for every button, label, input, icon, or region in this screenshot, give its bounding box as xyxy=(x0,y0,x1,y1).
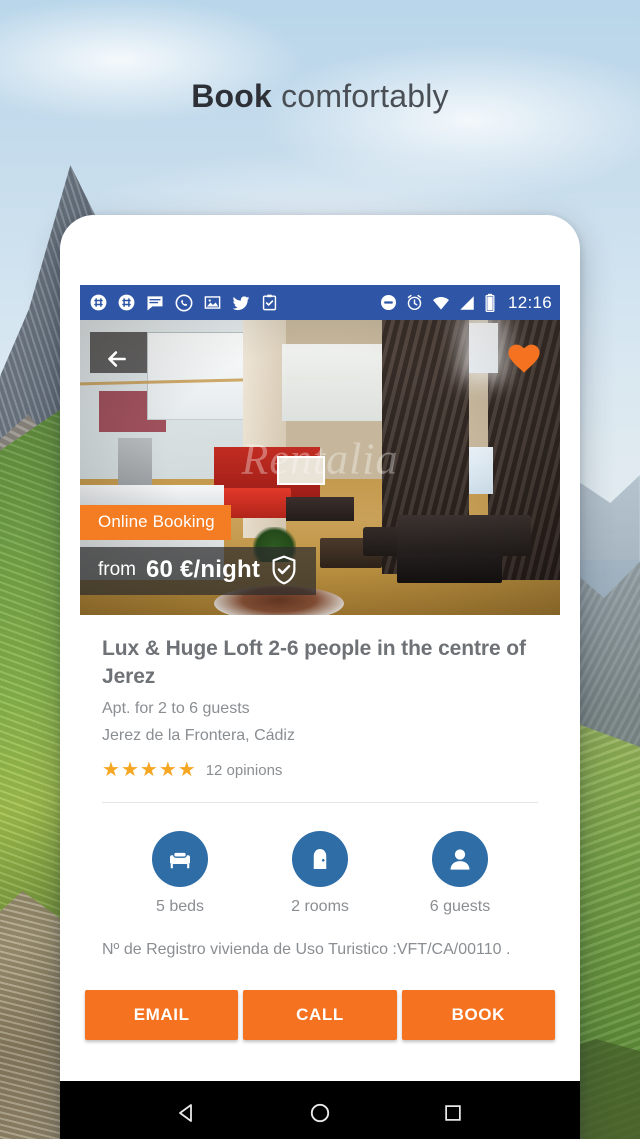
headline-light-word: comfortably xyxy=(272,78,449,114)
slack-icon xyxy=(117,293,136,312)
bed-icon xyxy=(152,831,208,888)
listing-details: Lux & Huge Loft 2-6 people in the centre… xyxy=(80,615,560,804)
rating-row[interactable]: ★ ★ ★ ★ ★ 12 opinions xyxy=(102,760,538,780)
wifi-icon xyxy=(431,293,451,313)
price-badge: from 60 €/night xyxy=(80,547,317,595)
photo-watermark: Rentalia xyxy=(241,434,399,484)
book-button[interactable]: BOOK xyxy=(401,990,555,1040)
page-headline: Book comfortably xyxy=(0,78,640,115)
home-circle-icon[interactable] xyxy=(298,1091,342,1135)
door-icon xyxy=(292,831,348,888)
shield-check-icon xyxy=(270,555,298,585)
phone-mockup: 12:16 Rentalia Online Booking from 60 €/… xyxy=(60,215,580,1139)
feature-guests: 6 guests xyxy=(390,831,530,916)
status-bar-clock: 12:16 xyxy=(507,292,552,312)
status-bar-system-icons: 12:16 xyxy=(379,293,552,313)
screenshot-stage: Book comfortably 12:16 Rentalia Online B… xyxy=(0,0,640,1139)
android-status-bar: 12:16 xyxy=(80,285,560,320)
listing-location: Jerez de la Frontera, Cádiz xyxy=(102,726,295,744)
online-booking-badge: Online Booking xyxy=(80,505,231,540)
star-icon: ★ xyxy=(102,759,120,782)
back-arrow-icon[interactable] xyxy=(102,344,132,374)
status-bar-notification-icons xyxy=(89,293,279,313)
feature-beds: 5 beds xyxy=(110,831,250,916)
email-button[interactable]: EMAIL xyxy=(85,990,239,1040)
opinions-count[interactable]: 12 opinions xyxy=(206,762,283,779)
battery-icon xyxy=(483,293,497,313)
headline-bold-word: Book xyxy=(191,78,273,114)
heart-icon[interactable] xyxy=(504,338,544,378)
listing-capacity: Apt. for 2 to 6 guests xyxy=(102,700,250,718)
listing-hero-image[interactable]: Rentalia Online Booking from 60 €/night xyxy=(80,320,560,615)
twitter-icon xyxy=(231,293,251,313)
feature-label: 5 beds xyxy=(155,898,205,916)
listing-title: Lux & Huge Loft 2-6 people in the centre… xyxy=(102,637,526,688)
feature-label: 6 guests xyxy=(429,898,491,916)
photo-gallery-icon xyxy=(203,293,222,312)
do-not-disturb-icon xyxy=(379,293,398,312)
registry-text: Nº de Registro vivienda de Uso Turistico… xyxy=(102,941,511,959)
alarm-clock-icon xyxy=(405,293,424,312)
star-icon: ★ xyxy=(139,759,158,782)
price-prefix: from xyxy=(98,559,136,580)
feature-rooms: 2 rooms xyxy=(250,831,390,916)
cellular-signal-icon xyxy=(458,294,476,312)
slack-icon xyxy=(89,293,108,312)
back-triangle-icon[interactable] xyxy=(165,1091,209,1135)
star-rating: ★ ★ ★ ★ ★ xyxy=(102,760,196,780)
recents-square-icon[interactable] xyxy=(431,1091,475,1135)
feature-summary-row: 5 beds 2 rooms 6 guests xyxy=(80,803,560,916)
action-buttons: EMAIL CALL BOOK xyxy=(80,990,560,1040)
feature-label: 2 rooms xyxy=(291,898,349,916)
star-icon: ★ xyxy=(158,759,177,782)
whatsapp-icon xyxy=(174,293,194,313)
phone-screen: 12:16 Rentalia Online Booking from 60 €/… xyxy=(80,285,560,1139)
message-bubble-icon xyxy=(145,293,165,313)
call-button[interactable]: CALL xyxy=(243,990,397,1040)
person-icon xyxy=(432,831,488,888)
clipboard-check-icon xyxy=(260,293,279,312)
star-icon: ★ xyxy=(177,759,196,782)
price-amount: 60 €/night xyxy=(146,556,261,583)
star-icon: ★ xyxy=(120,759,139,782)
android-navigation-bar xyxy=(60,1081,580,1139)
